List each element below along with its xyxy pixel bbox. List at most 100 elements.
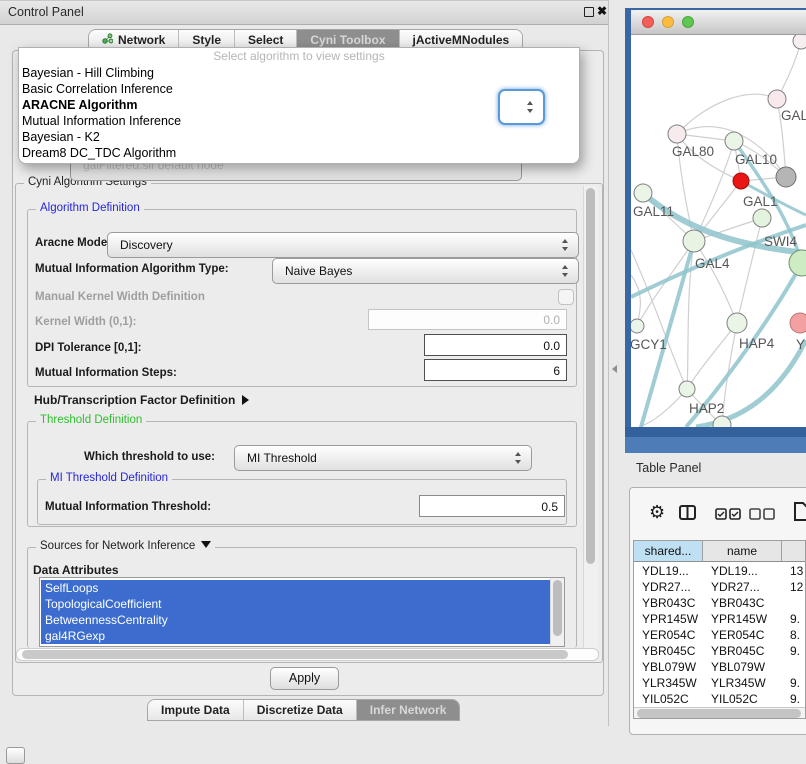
close-panel-icon[interactable]: ✖ [597, 4, 607, 18]
splitter-collapse-icon[interactable] [612, 365, 617, 373]
sources-group-title[interactable]: Sources for Network Inference [36, 540, 215, 552]
table-cell[interactable]: 9. [782, 611, 806, 627]
tab-label: Discretize Data [257, 700, 343, 720]
data-attribute-item[interactable]: gal4RGexp [41, 628, 550, 644]
apply-button[interactable]: Apply [270, 667, 339, 690]
which-threshold-combo[interactable]: MI Threshold [234, 445, 532, 471]
table-cell[interactable]: YER054C [703, 627, 782, 643]
table-horizontal-scrollbar[interactable] [634, 707, 805, 719]
kernel-width-field[interactable]: 0.0 [368, 309, 567, 330]
network-canvas[interactable]: GALGAL80GAL10GAL1GAL11SWI4GAL4GCY1HAP4YH… [631, 35, 806, 427]
table-cell[interactable]: YIL052C [634, 691, 703, 707]
checked-boxes-icon[interactable] [715, 507, 741, 525]
network-node[interactable] [776, 167, 796, 187]
settings-vertical-scrollbar[interactable] [583, 186, 598, 656]
data-attributes-list[interactable]: SelfLoopsTopologicalCoefficientBetweenne… [39, 577, 565, 647]
network-node[interactable] [768, 90, 786, 108]
table-cell[interactable]: YDL19... [703, 563, 782, 579]
table-cell[interactable]: YIL052C [703, 691, 782, 707]
mi-type-combo[interactable]: Naive Bayes [272, 258, 579, 284]
collapsed-panel-icon[interactable] [6, 747, 25, 764]
float-window-icon[interactable] [584, 7, 594, 17]
network-node[interactable] [725, 132, 743, 150]
data-attribute-item[interactable]: BetweennessCentrality [41, 612, 550, 628]
table-cell[interactable]: YBR043C [703, 595, 782, 611]
network-node[interactable] [727, 313, 747, 333]
hub-definition-toggle[interactable]: Hub/Transcription Factor Definition [34, 393, 249, 407]
table-cell[interactable] [782, 595, 806, 611]
table-cell[interactable]: YPR145W [703, 611, 782, 627]
inference-algorithm-combo-fragment[interactable] [498, 89, 545, 125]
table-cell[interactable]: YLR345W [634, 675, 703, 691]
network-node[interactable] [793, 35, 806, 49]
table-cell[interactable] [782, 659, 806, 675]
document-icon[interactable] [793, 502, 806, 526]
algorithm-option-aracne-algorithm[interactable]: ARACNE Algorithm [22, 97, 138, 113]
settings-vertical-scrollbar-thumb[interactable] [586, 188, 595, 564]
column-header-hidden[interactable] [782, 541, 806, 562]
tab-impute-data[interactable]: Impute Data [148, 700, 243, 720]
network-node[interactable] [631, 319, 644, 333]
network-node[interactable] [668, 125, 686, 143]
algorithm-option-basic-correlation-inference[interactable]: Basic Correlation Inference [22, 81, 173, 97]
data-attribute-item[interactable]: SelfLoops [41, 580, 550, 596]
data-attribute-item[interactable]: TopologicalCoefficient [41, 596, 550, 612]
node-label-gal80: GAL80 [672, 144, 714, 159]
tab-discretize-data[interactable]: Discretize Data [243, 700, 356, 720]
hub-definition-label: Hub/Transcription Factor Definition [34, 393, 235, 407]
table-cell[interactable]: YBR043C [634, 595, 703, 611]
algorithm-option-bayesian-k2[interactable]: Bayesian - K2 [22, 129, 100, 145]
column-header-shared[interactable]: shared... [634, 541, 703, 562]
column-header-name[interactable]: name [703, 541, 782, 562]
mi-threshold-field[interactable]: 0.5 [419, 495, 565, 517]
combo-stepper-icon [562, 239, 569, 251]
table-cell[interactable]: YBR045C [703, 643, 782, 659]
collapsed-arrow-icon [242, 395, 249, 405]
manual-kernel-checkbox[interactable] [558, 289, 574, 305]
aracne-mode-combo[interactable]: Discovery [107, 232, 579, 258]
zoom-traffic-light-icon[interactable] [682, 16, 694, 28]
table-cell[interactable]: 9. [782, 643, 806, 659]
gear-icon[interactable]: ⚙ [649, 503, 665, 521]
table-horizontal-scrollbar-thumb[interactable] [637, 709, 801, 718]
table-cell[interactable]: YBR045C [634, 643, 703, 659]
kernel-width-label: Kernel Width (0,1): [35, 316, 136, 328]
table-cell[interactable]: YDR27... [634, 579, 703, 595]
settings-horizontal-scrollbar[interactable] [16, 648, 599, 661]
list-vertical-scrollbar-thumb[interactable] [553, 580, 562, 636]
close-traffic-light-icon[interactable] [642, 16, 654, 28]
minimize-traffic-light-icon[interactable] [662, 16, 674, 28]
list-vertical-scrollbar[interactable] [550, 578, 564, 646]
table-cell[interactable]: 13 [782, 563, 806, 579]
network-node[interactable] [683, 230, 705, 252]
table-cell[interactable]: YER054C [634, 627, 703, 643]
algorithm-option-mutual-information-inference[interactable]: Mutual Information Inference [22, 113, 181, 129]
control-panel-titlebar[interactable]: Control Panel ✖ [0, 1, 608, 25]
network-node[interactable] [634, 184, 652, 202]
network-node[interactable] [753, 209, 771, 227]
table-cell[interactable]: YBL079W [634, 659, 703, 675]
table-cell[interactable]: 9. [782, 675, 806, 691]
algorithm-option-dream8-dc-tdc-algorithm[interactable]: Dream8 DC_TDC Algorithm [22, 145, 176, 161]
table-cell[interactable]: YDR27... [703, 579, 782, 595]
network-node[interactable] [679, 381, 695, 397]
table-cell[interactable]: YLR345W [703, 675, 782, 691]
network-node[interactable] [790, 313, 806, 333]
table-cell[interactable]: 8. [782, 627, 806, 643]
table-cell[interactable]: YDL19... [634, 563, 703, 579]
node-label-gal4: GAL4 [695, 256, 730, 271]
columns-icon[interactable] [679, 505, 696, 525]
unchecked-boxes-icon[interactable] [749, 507, 775, 525]
dpi-tolerance-field[interactable]: 0.0 [424, 334, 567, 356]
network-node[interactable] [733, 173, 749, 189]
table-cell[interactable]: 9. [782, 691, 806, 707]
table-cell[interactable]: 12 [782, 579, 806, 595]
network-window-titlebar[interactable] [631, 10, 806, 35]
table-cell[interactable]: YBL079W [703, 659, 782, 675]
tab-infer-network[interactable]: Infer Network [356, 700, 460, 720]
algorithm-option-bayesian-hill-climbing[interactable]: Bayesian - Hill Climbing [22, 65, 154, 81]
mi-steps-field[interactable]: 6 [424, 359, 567, 381]
node-table[interactable]: shared...name YDL19...YDL19...13YDR27...… [633, 540, 806, 719]
table-cell[interactable]: YPR145W [634, 611, 703, 627]
settings-horizontal-scrollbar-thumb[interactable] [22, 650, 568, 659]
